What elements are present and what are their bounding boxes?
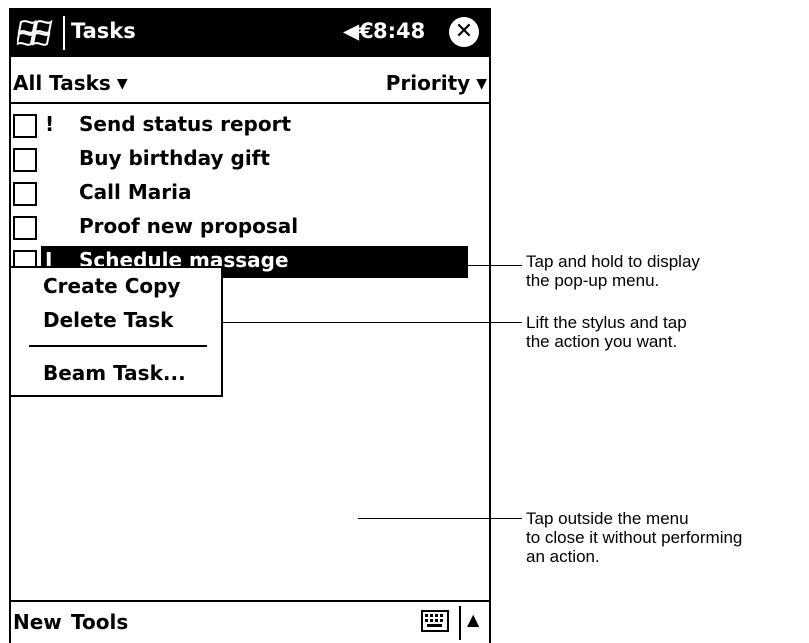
task-checkbox[interactable] (13, 114, 37, 138)
task-row[interactable]: Buy birthday gift (11, 144, 489, 176)
category-filter-dropdown[interactable]: All Tasks ▼ (13, 71, 128, 95)
task-checkbox[interactable] (13, 182, 37, 206)
chevron-down-icon: ▼ (116, 76, 128, 92)
menu-bar: New Tools ▲ (11, 600, 489, 643)
callout-tap-hold: Tap and hold to display the pop-up menu. (526, 252, 700, 290)
menu-item-beam-task[interactable]: Beam Task... (43, 361, 186, 385)
menu-item-create-copy[interactable]: Create Copy (43, 274, 180, 298)
task-name[interactable]: Buy birthday gift (79, 146, 270, 170)
title-separator (63, 16, 65, 50)
priority-high-icon: ! (45, 112, 55, 136)
tools-menu-button[interactable]: Tools (71, 610, 128, 634)
sort-dropdown[interactable]: Priority ▼ (386, 71, 487, 95)
task-row[interactable]: ! Send status report (11, 110, 489, 142)
sip-separator (459, 606, 461, 640)
task-row[interactable]: Call Maria (11, 178, 489, 210)
callout-line (192, 322, 522, 323)
clock[interactable]: 8:48 (373, 19, 425, 43)
close-button[interactable]: ✕ (449, 17, 479, 47)
sort-label: Priority (385, 71, 471, 95)
task-checkbox[interactable] (13, 148, 37, 172)
new-menu-button[interactable]: New (13, 610, 62, 634)
task-name[interactable]: Call Maria (79, 180, 191, 204)
input-panel-arrow-icon[interactable]: ▲ (467, 610, 479, 629)
menu-separator (29, 345, 207, 347)
pocket-pc-screen: Tasks ◀€ 8:48 ✕ All Tasks ▼ Priority ▼ ! S… (9, 8, 491, 643)
task-name[interactable]: Send status report (79, 112, 291, 136)
callout-tap-outside: Tap outside the menu to close it without… (526, 509, 743, 566)
callout-lift-stylus: Lift the stylus and tap the action you w… (526, 313, 687, 351)
chevron-down-icon: ▼ (476, 76, 487, 92)
task-row[interactable]: Proof new proposal (11, 212, 489, 244)
filter-bar: All Tasks ▼ Priority ▼ (11, 57, 489, 104)
task-name[interactable]: Proof new proposal (79, 214, 298, 238)
menu-item-delete-task[interactable]: Delete Task (43, 308, 173, 332)
callout-line (358, 518, 522, 519)
app-title: Tasks (71, 19, 136, 43)
speaker-volume-icon[interactable]: ◀€ (343, 19, 374, 43)
start-menu-windows-flag-icon[interactable] (17, 19, 53, 47)
task-checkbox[interactable] (13, 216, 37, 240)
keyboard-icon[interactable] (421, 610, 449, 632)
category-filter-label: All Tasks (13, 71, 111, 95)
title-bar: Tasks ◀€ 8:48 ✕ (11, 8, 489, 57)
callout-line (467, 265, 522, 266)
popup-menu: Create Copy Delete Task Beam Task... (11, 266, 223, 397)
